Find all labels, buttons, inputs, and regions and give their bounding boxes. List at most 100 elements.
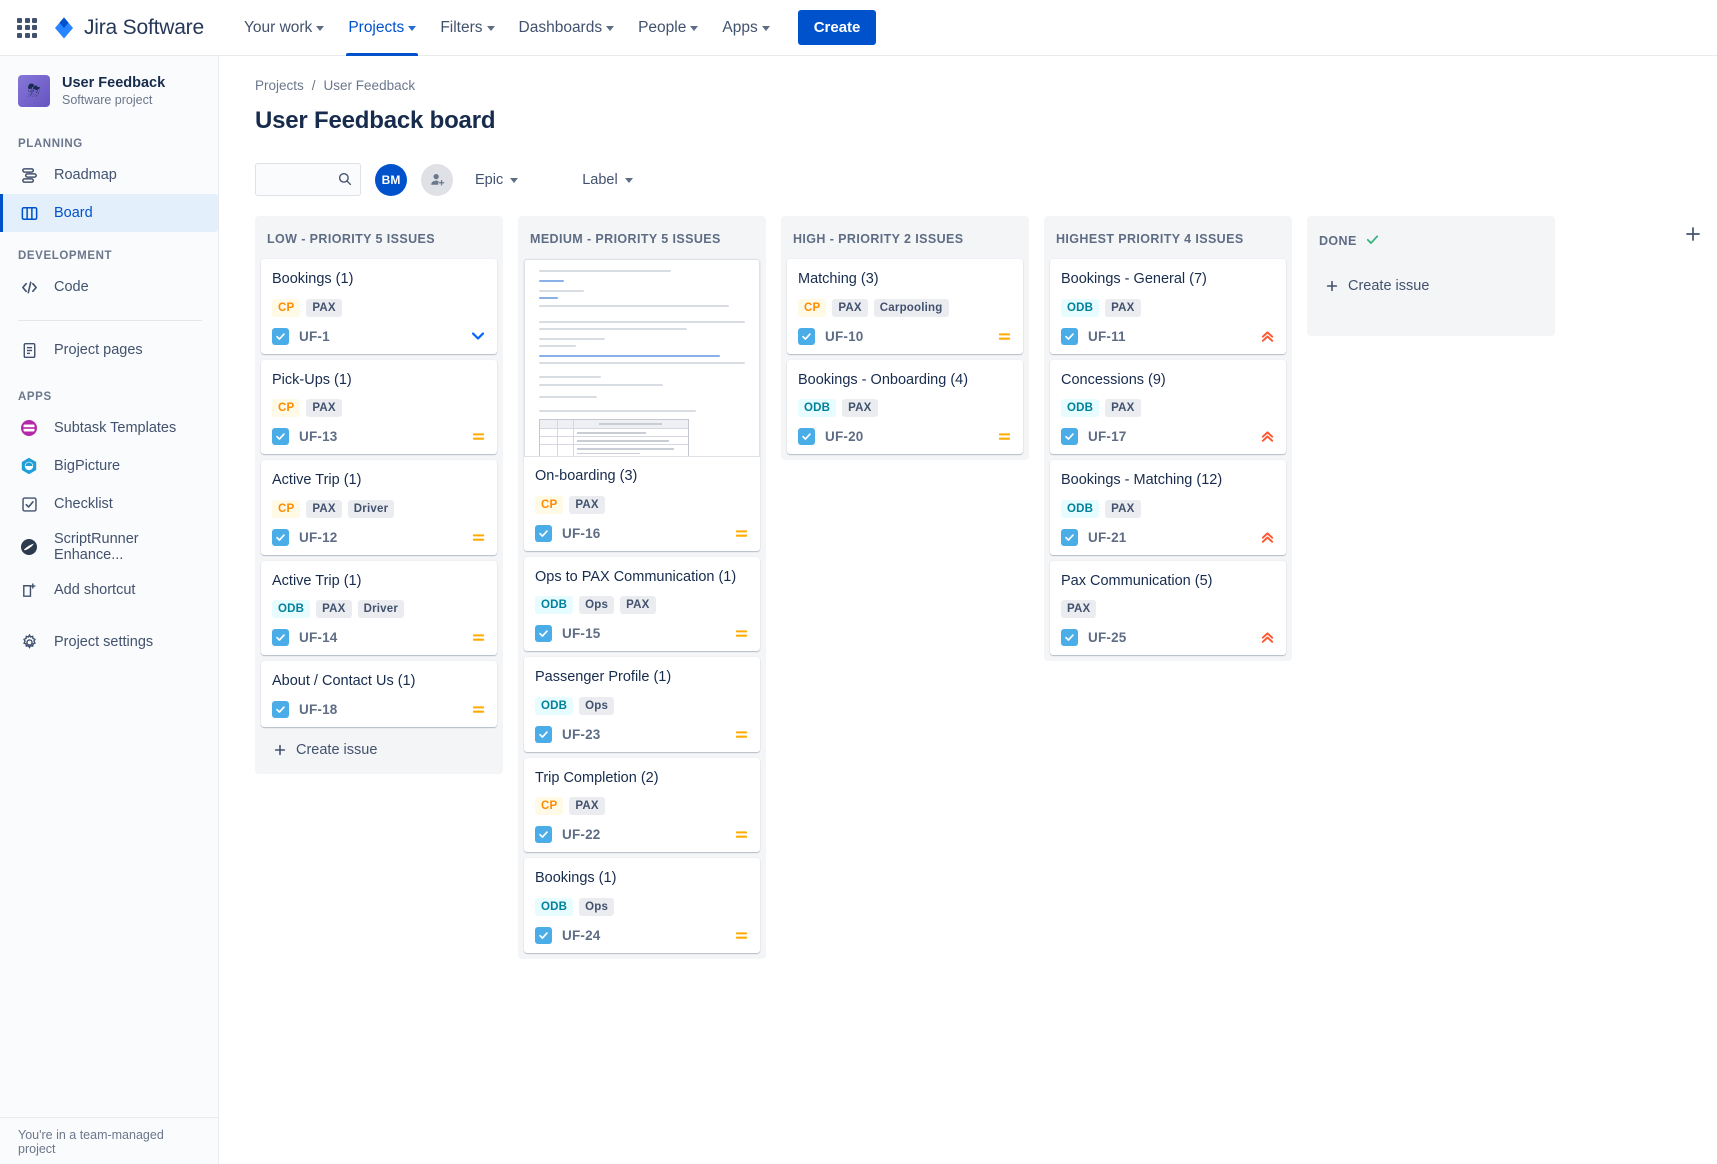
label-chip[interactable]: Ops [579, 897, 615, 916]
label-chip[interactable]: PAX [1105, 499, 1141, 518]
issue-key[interactable]: UF-18 [299, 702, 338, 717]
sidebar-item-scriptrunner[interactable]: ScriptRunner Enhance... [0, 523, 218, 571]
table-row[interactable]: Matching (3) CP PAX Carpooling UF-10 [787, 259, 1023, 354]
breadcrumb-user-feedback[interactable]: User Feedback [324, 78, 416, 93]
table-row[interactable]: Active Trip (1) CP PAX Driver UF-12 [261, 460, 497, 555]
label-chip[interactable]: CP [272, 298, 301, 317]
card-labels: PAX [1061, 600, 1275, 619]
issue-key[interactable]: UF-13 [299, 429, 338, 444]
sidebar-item-subtask-templates[interactable]: Subtask Templates [0, 409, 218, 447]
label-chip[interactable]: CP [272, 399, 301, 418]
nav-dashboards[interactable]: Dashboards [507, 0, 627, 56]
create-issue-button-low[interactable]: Create issue [261, 732, 497, 768]
issue-key[interactable]: UF-11 [1088, 329, 1126, 344]
issue-key[interactable]: UF-16 [562, 526, 601, 541]
column-body-low: Bookings (1) CP PAX UF-1 Pick-Ups (1) CP… [255, 259, 503, 727]
label-chip[interactable]: ODB [1061, 298, 1100, 317]
label-chip[interactable]: Ops [579, 696, 615, 715]
sidebar-item-bigpicture[interactable]: BigPicture [0, 447, 218, 485]
issue-key[interactable]: UF-15 [562, 626, 601, 641]
issue-key[interactable]: UF-25 [1088, 630, 1127, 645]
issue-key[interactable]: UF-21 [1088, 530, 1127, 545]
label-chip[interactable]: PAX [306, 298, 342, 317]
project-header[interactable]: ⛈ User Feedback Software project [0, 74, 218, 108]
table-row[interactable]: Pax Communication (5) PAX UF-25 [1050, 560, 1286, 656]
create-button[interactable]: Create [797, 10, 877, 45]
issue-key[interactable]: UF-14 [299, 630, 338, 645]
sidebar-item-board[interactable]: Board [0, 194, 218, 233]
table-row[interactable]: Pick-Ups (1) CP PAX UF-13 [261, 359, 497, 455]
label-chip[interactable]: ODB [798, 399, 837, 418]
issue-key[interactable]: UF-12 [299, 530, 338, 545]
issue-key[interactable]: UF-24 [562, 928, 601, 943]
table-row[interactable]: Bookings (1) ODB Ops UF-24 [524, 858, 760, 953]
issue-key[interactable]: UF-10 [825, 329, 864, 344]
label-chip[interactable]: PAX [832, 298, 868, 317]
table-row[interactable]: Bookings - Matching (12) ODB PAX UF-21 [1050, 460, 1286, 555]
label-chip[interactable]: ODB [1061, 499, 1100, 518]
label-chip[interactable]: ODB [272, 600, 311, 619]
label-chip[interactable]: ODB [535, 596, 574, 615]
issue-key[interactable]: UF-22 [562, 827, 601, 842]
create-issue-button-done[interactable]: Create issue [1313, 268, 1549, 304]
label-chip[interactable]: PAX [316, 600, 352, 619]
create-issue-label: Create issue [296, 741, 378, 758]
issue-key[interactable]: UF-1 [299, 329, 330, 344]
nav-people[interactable]: People [626, 0, 710, 56]
attachment-document-preview[interactable] [524, 259, 760, 457]
add-person-icon[interactable] [421, 163, 453, 196]
breadcrumb-projects[interactable]: Projects [255, 78, 304, 93]
nav-your-work[interactable]: Your work [232, 0, 336, 56]
label-chip[interactable]: Driver [347, 499, 395, 518]
sidebar-item-project-settings[interactable]: Project settings [0, 623, 218, 661]
add-column-button[interactable] [1679, 220, 1707, 248]
nav-projects[interactable]: Projects [336, 0, 428, 56]
issue-key[interactable]: UF-20 [825, 429, 864, 444]
label-chip[interactable]: CP [535, 797, 564, 816]
label-chip[interactable]: PAX [1105, 399, 1141, 418]
table-row[interactable]: Bookings - Onboarding (4) ODB PAX UF-20 [787, 359, 1023, 455]
table-row[interactable]: Bookings (1) CP PAX UF-1 [261, 259, 497, 354]
label-chip[interactable]: PAX [569, 797, 605, 816]
sidebar-item-code[interactable]: Code [0, 268, 218, 306]
nav-apps[interactable]: Apps [710, 0, 781, 56]
label-chip[interactable]: CP [535, 495, 564, 514]
label-chip[interactable]: ODB [1061, 399, 1100, 418]
search-input[interactable] [255, 163, 361, 196]
sidebar-item-add-shortcut[interactable]: Add shortcut [0, 571, 218, 609]
table-row[interactable]: Active Trip (1) ODB PAX Driver UF-14 [261, 560, 497, 656]
label-chip[interactable]: PAX [842, 399, 878, 418]
apps-grid-icon[interactable] [14, 15, 40, 41]
table-row[interactable]: Concessions (9) ODB PAX UF-17 [1050, 359, 1286, 455]
label-chip[interactable]: PAX [306, 399, 342, 418]
issue-key[interactable]: UF-17 [1088, 429, 1127, 444]
avatar[interactable]: BM [375, 163, 407, 196]
issue-key[interactable]: UF-23 [562, 727, 601, 742]
label-chip[interactable]: PAX [1061, 600, 1097, 619]
jira-brand-logo[interactable]: Jira Software [52, 16, 204, 40]
table-row[interactable]: Bookings - General (7) ODB PAX UF-11 [1050, 259, 1286, 354]
label-chip[interactable]: ODB [535, 897, 574, 916]
card-labels: CP PAX Carpooling [798, 298, 1012, 317]
nav-filters[interactable]: Filters [428, 0, 506, 56]
table-row[interactable]: Ops to PAX Communication (1) ODB Ops PAX… [524, 556, 760, 652]
label-chip[interactable]: Carpooling [873, 298, 949, 317]
label-chip[interactable]: CP [272, 499, 301, 518]
label-chip[interactable]: PAX [569, 495, 605, 514]
table-row[interactable]: About / Contact Us (1) UF-18 [261, 661, 497, 727]
label-chip[interactable]: Ops [579, 596, 615, 615]
label-chip[interactable]: PAX [620, 596, 656, 615]
table-row[interactable]: Passenger Profile (1) ODB Ops UF-23 [524, 657, 760, 752]
filter-label[interactable]: Label [574, 166, 640, 194]
sidebar-item-checklist[interactable]: Checklist [0, 485, 218, 523]
sidebar-item-roadmap[interactable]: Roadmap [0, 156, 218, 194]
label-chip[interactable]: PAX [1105, 298, 1141, 317]
label-chip[interactable]: ODB [535, 696, 574, 715]
label-chip[interactable]: CP [798, 298, 827, 317]
filter-epic[interactable]: Epic [467, 166, 526, 194]
table-row[interactable]: Trip Completion (2) CP PAX UF-22 [524, 757, 760, 853]
table-row[interactable]: On-boarding (3) CP PAX UF-16 [524, 259, 760, 551]
label-chip[interactable]: Driver [357, 600, 405, 619]
label-chip[interactable]: PAX [306, 499, 342, 518]
sidebar-item-project-pages[interactable]: Project pages [0, 331, 218, 369]
